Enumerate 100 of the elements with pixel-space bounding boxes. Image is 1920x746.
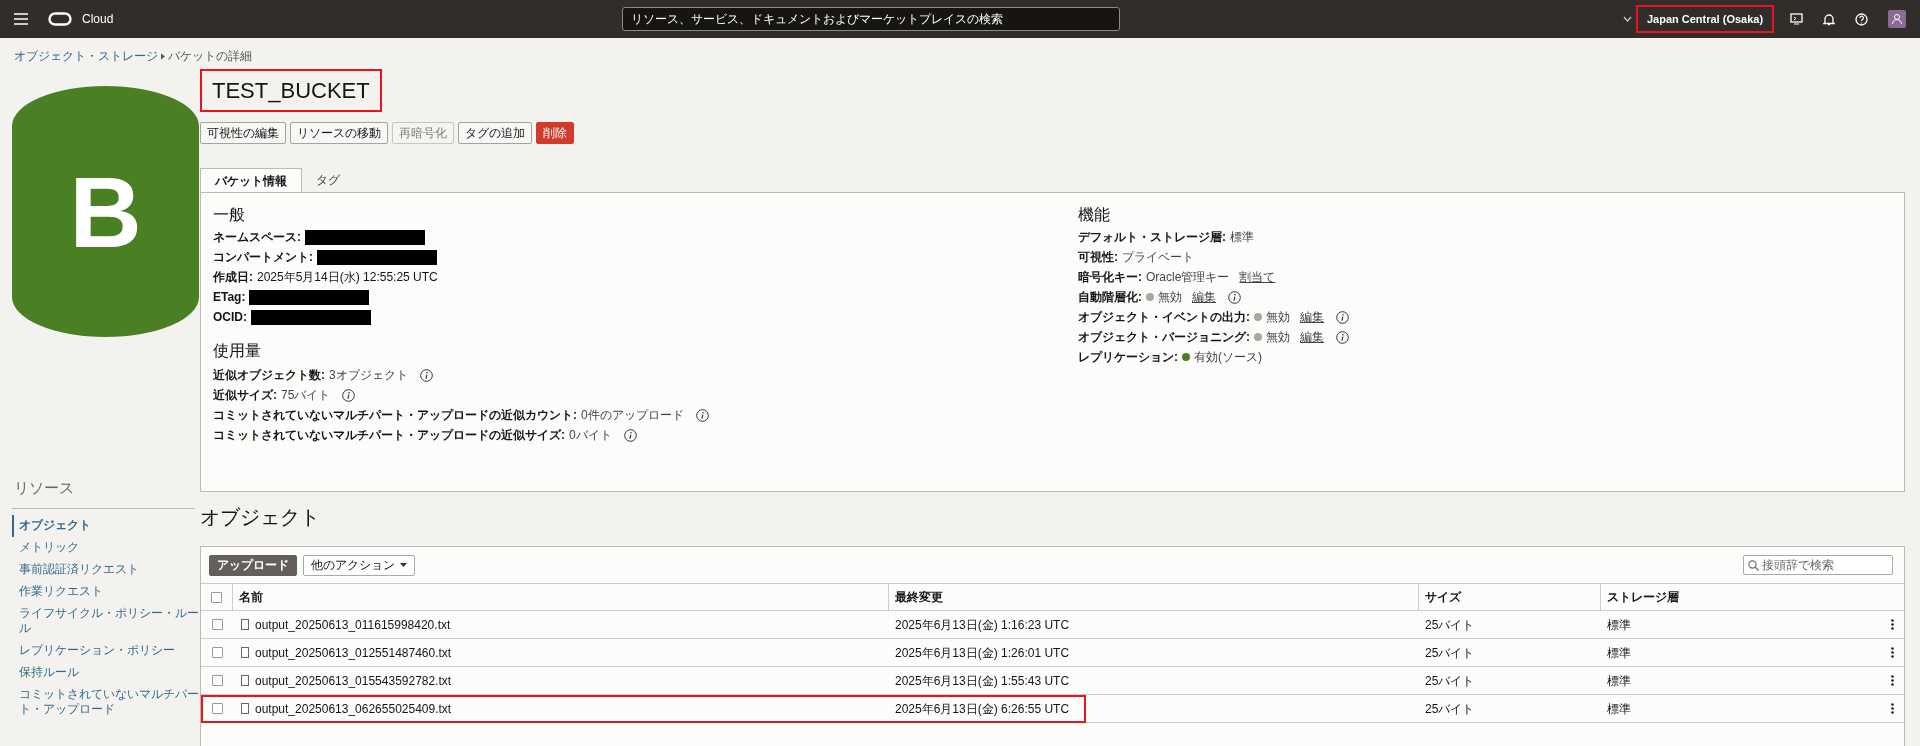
info-icon[interactable] bbox=[623, 428, 637, 442]
field-value: 無効 bbox=[1158, 289, 1182, 306]
table-cell-text: 標準 bbox=[1606, 644, 1632, 662]
info-icon[interactable] bbox=[695, 408, 709, 422]
brand-name: Cloud bbox=[82, 11, 115, 28]
checkbox[interactable] bbox=[211, 647, 223, 658]
file-name-link[interactable]: output_20250613_015543592782.txt bbox=[255, 671, 452, 690]
field-label: コミットされていないマルチパート・アップロードの近似カウント: bbox=[213, 407, 577, 424]
sidebar-item[interactable]: ライフサイクル・ポリシー・ルール bbox=[12, 602, 200, 640]
table-cell-text: 2025年6月13日(金) 1:55:43 UTC bbox=[894, 672, 1071, 690]
field-label: 自動階層化: bbox=[1078, 289, 1142, 306]
sidebar-item[interactable]: レプリケーション・ポリシー bbox=[12, 639, 200, 662]
breadcrumb-current: バケットの詳細 bbox=[168, 48, 252, 65]
menu-icon[interactable] bbox=[14, 13, 28, 25]
info-icon[interactable] bbox=[419, 368, 433, 382]
table-cell-text: 25バイト bbox=[1424, 672, 1476, 690]
info-icon[interactable] bbox=[1336, 330, 1349, 344]
table-cell-text: 25バイト bbox=[1424, 700, 1476, 718]
checkbox[interactable] bbox=[211, 703, 223, 714]
action-button[interactable]: タグの追加 bbox=[458, 122, 532, 144]
info-icon[interactable] bbox=[1336, 310, 1349, 324]
search-box[interactable]: リソース、サービス、ドキュメントおよびマーケットプレイスの検索 bbox=[622, 7, 1120, 31]
field-label: 作成日: bbox=[213, 269, 253, 286]
section-heading: オブジェクト bbox=[200, 505, 321, 530]
more-options-icon[interactable] bbox=[1890, 675, 1894, 686]
search-icon bbox=[1748, 559, 1759, 571]
action-button[interactable]: 削除 bbox=[536, 122, 574, 144]
help-icon[interactable] bbox=[1855, 12, 1868, 26]
search-box[interactable]: 接頭辞で検索 bbox=[1743, 555, 1893, 575]
cloud-logo-icon[interactable] bbox=[48, 12, 72, 26]
sidebar-item[interactable]: 事前認証済リクエスト bbox=[12, 558, 200, 581]
field-label: オブジェクト・バージョニング: bbox=[1078, 329, 1250, 346]
field-label: OCID: bbox=[213, 309, 247, 326]
field-label: コンパートメント: bbox=[213, 249, 313, 266]
section-heading: 使用量 bbox=[213, 341, 262, 361]
field-label: 暗号化キー: bbox=[1078, 269, 1142, 286]
bucket-icon: B bbox=[12, 86, 199, 337]
more-options-icon[interactable] bbox=[1890, 619, 1894, 630]
info-icon[interactable] bbox=[342, 388, 356, 402]
file-name-link[interactable]: output_20250613_062655025409.txt bbox=[255, 699, 452, 718]
table-cell-text: 2025年6月13日(金) 1:16:23 UTC bbox=[894, 616, 1071, 634]
region-selector[interactable]: Japan Central (Osaka) bbox=[1636, 5, 1774, 33]
table-cell-text: 2025年6月13日(金) 6:26:55 UTC bbox=[894, 700, 1071, 718]
sidebar-item[interactable]: 保持ルール bbox=[12, 661, 200, 684]
column-header: ストレージ層 bbox=[1606, 589, 1680, 606]
dropdown-button[interactable]: 他のアクション bbox=[303, 554, 415, 576]
info-icon[interactable] bbox=[1228, 290, 1241, 304]
field-label: ネームスペース: bbox=[213, 229, 301, 246]
table-cell-text: 25バイト bbox=[1424, 616, 1476, 634]
sidebar-item[interactable]: オブジェクト bbox=[12, 514, 200, 537]
column-header: サイズ bbox=[1419, 584, 1601, 610]
notifications-icon[interactable] bbox=[1823, 12, 1835, 26]
field-value: 3オブジェクト bbox=[329, 367, 408, 384]
table-cell-text: 2025年6月13日(金) 1:26:01 UTC bbox=[894, 644, 1071, 662]
action-button[interactable]: 可視性の編集 bbox=[200, 122, 286, 144]
search-field[interactable]: リソース、サービス、ドキュメントおよびマーケットプレイスの検索 bbox=[629, 10, 1113, 28]
file-icon bbox=[241, 619, 249, 630]
tab[interactable]: タグ bbox=[302, 168, 354, 192]
monitor-icon[interactable] bbox=[1790, 13, 1803, 25]
search-field[interactable]: 接頭辞で検索 bbox=[1762, 556, 1888, 574]
field-label: 可視性: bbox=[1078, 249, 1118, 266]
caret-down-icon bbox=[400, 563, 407, 567]
tab[interactable]: バケット情報 bbox=[200, 168, 302, 192]
more-options-icon[interactable] bbox=[1890, 647, 1894, 658]
file-icon bbox=[241, 647, 249, 658]
edit-link[interactable]: 編集 bbox=[1300, 308, 1324, 326]
field-value: 標準 bbox=[1230, 229, 1254, 246]
file-name-link[interactable]: output_20250613_012551487460.txt bbox=[255, 643, 452, 662]
table-cell-text: 25バイト bbox=[1424, 644, 1476, 662]
edit-link[interactable]: 編集 bbox=[1192, 288, 1216, 306]
user-avatar-icon[interactable] bbox=[1888, 10, 1906, 28]
field-label: レプリケーション: bbox=[1078, 349, 1178, 366]
file-icon bbox=[241, 675, 249, 686]
table-cell-text: 標準 bbox=[1606, 700, 1632, 718]
checkbox[interactable] bbox=[211, 675, 223, 686]
sidebar-item[interactable]: メトリック bbox=[12, 536, 200, 559]
column-header: 名前 bbox=[233, 584, 889, 610]
column-header: 最終変更 bbox=[889, 584, 1419, 610]
sidebar-item[interactable]: 作業リクエスト bbox=[12, 580, 200, 603]
field-value: 0件のアップロード bbox=[581, 407, 684, 424]
file-name-link[interactable]: output_20250613_011615998420.txt bbox=[255, 615, 451, 634]
section-heading: 一般 bbox=[213, 205, 246, 225]
field-value: 2025年5月14日(水) 12:55:25 UTC bbox=[257, 269, 438, 286]
action-button[interactable]: リソースの移動 bbox=[290, 122, 388, 144]
edit-link[interactable]: 割当て bbox=[1239, 268, 1276, 286]
sidebar-heading: リソース bbox=[12, 477, 195, 509]
field-label: デフォルト・ストレージ層: bbox=[1078, 229, 1226, 246]
sidebar-item[interactable]: コミットされていないマルチパート・アップロード bbox=[12, 683, 200, 721]
checkbox[interactable] bbox=[211, 619, 223, 630]
field-value: 無効 bbox=[1266, 329, 1290, 346]
table-cell-text: 標準 bbox=[1606, 672, 1632, 690]
chevron-right-icon bbox=[160, 52, 166, 60]
more-options-icon[interactable] bbox=[1890, 703, 1894, 714]
breadcrumb-link[interactable]: オブジェクト・ストレージ bbox=[14, 47, 158, 65]
edit-link[interactable]: 編集 bbox=[1300, 328, 1324, 346]
field-value: 有効(ソース) bbox=[1194, 349, 1262, 366]
field-value: 75バイト bbox=[281, 387, 331, 404]
checkbox[interactable] bbox=[211, 591, 222, 603]
table-cell-text: 標準 bbox=[1606, 616, 1632, 634]
upload-button[interactable]: アップロード bbox=[209, 554, 297, 576]
